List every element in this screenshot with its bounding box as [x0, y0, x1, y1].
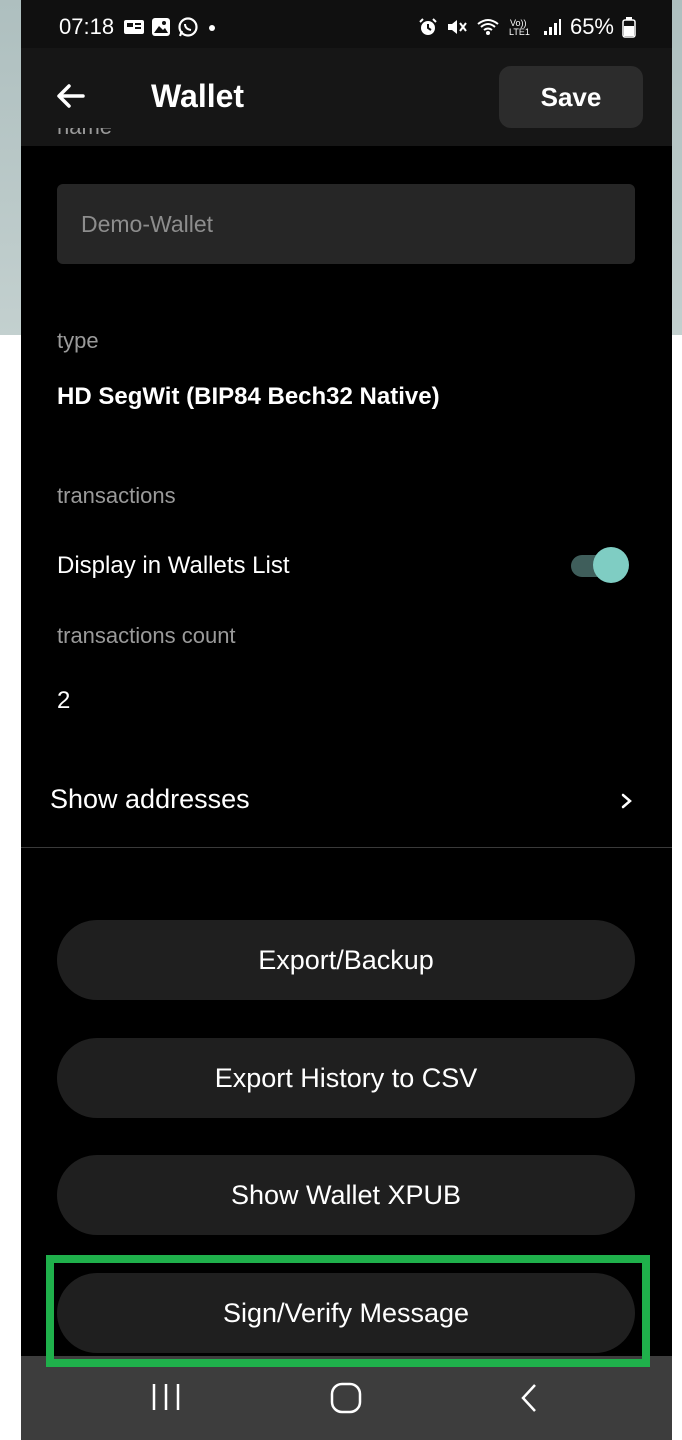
notification-icon — [124, 20, 144, 34]
whatsapp-icon — [178, 17, 198, 37]
app-header: Wallet Save — [21, 48, 672, 146]
show-addresses-label: Show addresses — [50, 784, 250, 814]
display-in-wallets-label: Display in Wallets List — [57, 552, 290, 579]
transactions-count-value: 2 — [57, 687, 71, 714]
chevron-right-icon — [621, 793, 632, 809]
transactions-count-label: transactions count — [57, 623, 236, 648]
export-backup-button[interactable]: Export/Backup — [57, 920, 635, 1000]
signal-icon — [543, 19, 561, 35]
volte-icon: Vo)) LTE1 — [509, 18, 530, 37]
page-title: Wallet — [151, 78, 245, 114]
show-wallet-xpub-button[interactable]: Show Wallet XPUB — [57, 1155, 635, 1235]
alarm-icon — [419, 18, 437, 35]
recent-apps-icon[interactable] — [149, 1382, 183, 1412]
status-left-icons — [123, 16, 219, 38]
toggle-thumb — [593, 547, 629, 583]
gallery-icon — [152, 18, 170, 36]
back-arrow-icon[interactable] — [51, 76, 91, 116]
battery-percent: 65% — [569, 14, 614, 39]
highlight-box — [46, 1255, 650, 1367]
battery-icon — [622, 17, 636, 38]
status-bar: 07:18 Vo)) LTE1 65% — [21, 0, 672, 48]
svg-text:LTE1: LTE1 — [509, 27, 530, 37]
type-value: HD SegWit (BIP84 Bech32 Native) — [57, 383, 440, 410]
status-right-icons: Vo)) LTE1 65% — [418, 14, 636, 40]
name-label: name — [57, 128, 112, 146]
dot-icon — [209, 25, 215, 31]
transactions-label: transactions — [57, 483, 176, 508]
display-in-wallets-toggle[interactable] — [571, 547, 631, 583]
export-history-csv-button[interactable]: Export History to CSV — [57, 1038, 635, 1118]
home-icon[interactable] — [329, 1382, 363, 1414]
system-nav-bar — [21, 1356, 672, 1440]
wifi-icon — [477, 19, 499, 35]
show-addresses-row[interactable]: Show addresses — [21, 752, 672, 848]
save-button[interactable]: Save — [499, 66, 643, 128]
app-screen: 07:18 Vo)) LTE1 65% Wallet Save Demo-Wal… — [21, 0, 672, 1440]
back-icon[interactable] — [517, 1382, 543, 1414]
wallet-name-input[interactable] — [57, 184, 635, 264]
mute-icon — [447, 20, 467, 34]
status-time: 07:18 — [59, 14, 115, 39]
type-label: type — [57, 328, 99, 353]
